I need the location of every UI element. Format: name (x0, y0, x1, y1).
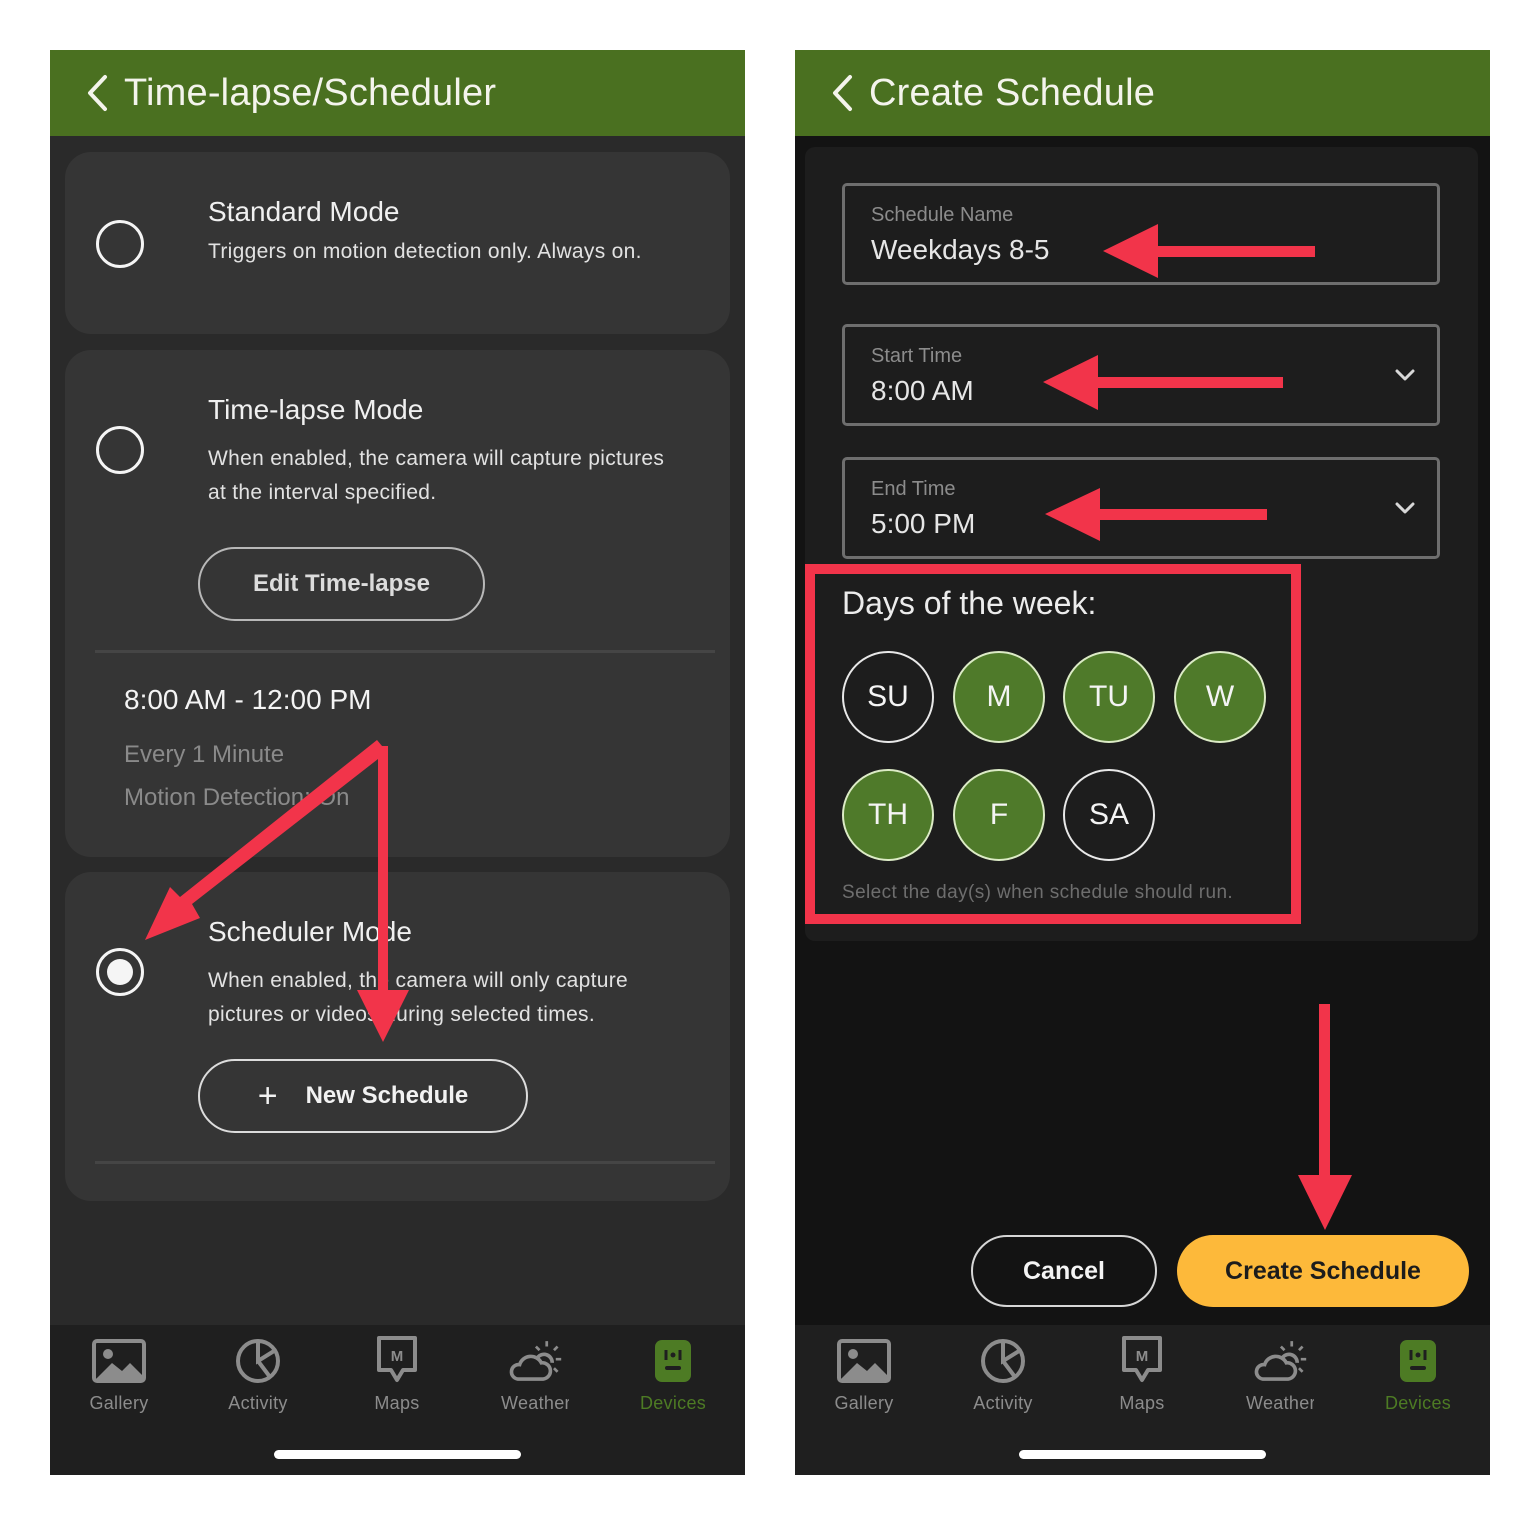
nav-gallery[interactable]: Gallery (64, 1337, 174, 1414)
page-title: Create Schedule (869, 71, 1156, 114)
scheduler-mode-card[interactable]: Scheduler Mode When enabled, the camera … (65, 872, 730, 1201)
nav-devices[interactable]: Devices (1363, 1337, 1473, 1414)
timelapse-mode-card[interactable]: Time-lapse Mode When enabled, the camera… (65, 350, 730, 857)
svg-text:M: M (391, 1348, 404, 1365)
timelapse-mode-description: When enabled, the camera will capture pi… (208, 447, 665, 504)
day-toggle-w[interactable]: W (1174, 651, 1266, 743)
nav-activity-label: Activity (973, 1393, 1033, 1413)
create-schedule-screen: Create Schedule Schedule Name Weekdays 8… (795, 50, 1490, 1475)
weather-icon (1252, 1337, 1308, 1385)
maps-icon: M (1114, 1336, 1170, 1385)
gallery-icon (91, 1337, 147, 1385)
nav-activity-label: Activity (228, 1393, 288, 1413)
timelapse-motion-detection: Motion Detection: On (124, 784, 350, 811)
nav-devices-label: Devices (639, 1393, 707, 1413)
timelapse-mode-radio[interactable] (96, 426, 144, 474)
nav-devices-label: Devices (1384, 1393, 1452, 1413)
devices-icon (1390, 1337, 1446, 1385)
day-toggle-tu[interactable]: TU (1063, 651, 1155, 743)
new-schedule-button[interactable]: + New Schedule (198, 1059, 528, 1133)
nav-weather-label: Weather (1246, 1393, 1314, 1413)
day-toggle-f[interactable]: F (953, 769, 1045, 861)
timelapse-scheduler-screen: Time-lapse/Scheduler Standard Mode Trigg… (50, 50, 745, 1475)
edit-timelapse-button[interactable]: Edit Time-lapse (198, 547, 485, 621)
standard-mode-description: Triggers on motion detection only. Alway… (208, 240, 642, 263)
end-time-select[interactable]: End Time 5:00 PM (842, 457, 1440, 559)
nav-weather-label: Weather (501, 1393, 569, 1413)
days-of-week-hint: Select the day(s) when schedule should r… (842, 882, 1234, 903)
end-time-value: 5:00 PM (871, 508, 976, 539)
plus-icon: + (257, 1077, 278, 1115)
nav-maps-label: Maps (1119, 1393, 1165, 1413)
start-time-select[interactable]: Start Time 8:00 AM (842, 324, 1440, 426)
timelapse-schedule-range: 8:00 AM - 12:00 PM (124, 684, 372, 715)
weather-icon (507, 1337, 563, 1385)
page-title: Time-lapse/Scheduler (124, 71, 497, 114)
standard-mode-radio[interactable] (96, 220, 144, 268)
home-indicator (1019, 1450, 1266, 1459)
header: Time-lapse/Scheduler (50, 50, 745, 136)
nav-activity[interactable]: Activity (203, 1337, 313, 1414)
create-schedule-button[interactable]: Create Schedule (1177, 1235, 1469, 1307)
nav-activity[interactable]: Activity (948, 1337, 1058, 1414)
schedule-name-label: Schedule Name (871, 204, 1014, 226)
svg-text:M: M (1136, 1348, 1149, 1365)
timelapse-interval: Every 1 Minute (124, 741, 285, 768)
day-toggle-th[interactable]: TH (842, 769, 934, 861)
day-toggle-sa[interactable]: SA (1063, 769, 1155, 861)
schedule-name-field[interactable]: Schedule Name Weekdays 8-5 (842, 183, 1440, 285)
day-toggle-su[interactable]: SU (842, 651, 934, 743)
chevron-down-icon[interactable] (1393, 363, 1417, 387)
cancel-button[interactable]: Cancel (971, 1235, 1157, 1307)
nav-devices[interactable]: Devices (618, 1337, 728, 1414)
maps-icon: M (369, 1336, 425, 1385)
gallery-icon (836, 1337, 892, 1385)
divider (95, 650, 715, 653)
home-indicator (274, 1450, 521, 1459)
chevron-down-icon[interactable] (1393, 496, 1417, 520)
divider (95, 1161, 715, 1164)
nav-maps[interactable]: M Maps (342, 1336, 452, 1414)
chevron-left-icon[interactable] (823, 73, 863, 113)
end-time-label: End Time (871, 478, 956, 500)
new-schedule-label: New Schedule (305, 1082, 469, 1109)
scheduler-mode-title: Scheduler Mode (208, 916, 412, 947)
days-of-week-title: Days of the week: (842, 585, 1097, 621)
nav-gallery-label: Gallery (89, 1393, 149, 1413)
start-time-label: Start Time (871, 345, 963, 367)
bottom-nav: Gallery Activity M Maps Weather Devices (795, 1325, 1490, 1475)
standard-mode-title: Standard Mode (208, 196, 400, 227)
activity-icon (230, 1337, 286, 1385)
activity-icon (975, 1337, 1031, 1385)
nav-maps-label: Maps (374, 1393, 420, 1413)
nav-weather[interactable]: Weather (1225, 1337, 1335, 1414)
nav-maps[interactable]: M Maps (1087, 1336, 1197, 1414)
standard-mode-card[interactable]: Standard Mode Triggers on motion detecti… (65, 152, 730, 334)
timelapse-mode-title: Time-lapse Mode (208, 394, 424, 425)
bottom-nav: Gallery Activity M Maps Weather Devices (50, 1325, 745, 1475)
nav-weather[interactable]: Weather (480, 1337, 590, 1414)
scheduler-mode-radio[interactable] (96, 948, 144, 996)
header: Create Schedule (795, 50, 1490, 136)
day-toggle-m[interactable]: M (953, 651, 1045, 743)
start-time-value: 8:00 AM (871, 375, 974, 406)
schedule-name-value: Weekdays 8-5 (871, 234, 1050, 265)
scheduler-mode-description: When enabled, the camera will only captu… (208, 969, 628, 1026)
nav-gallery[interactable]: Gallery (809, 1337, 919, 1414)
devices-icon (645, 1337, 701, 1385)
chevron-left-icon[interactable] (78, 73, 118, 113)
nav-gallery-label: Gallery (834, 1393, 894, 1413)
